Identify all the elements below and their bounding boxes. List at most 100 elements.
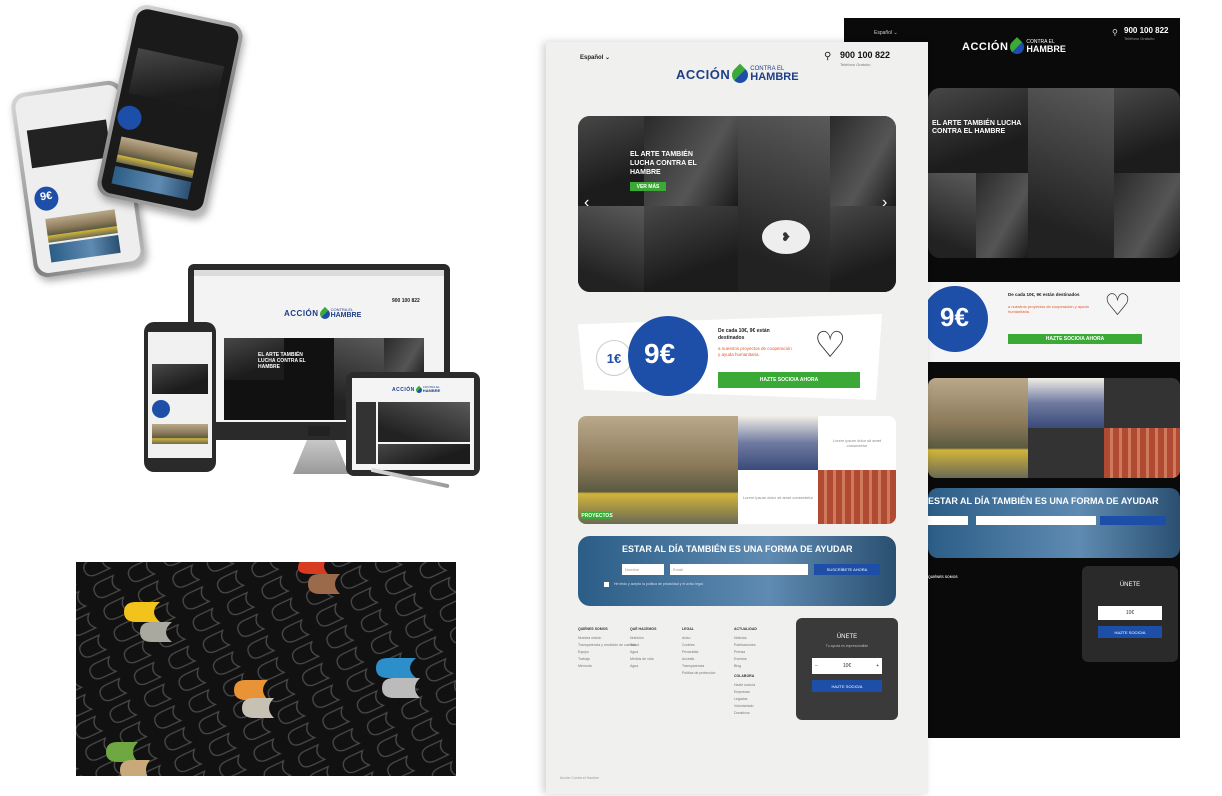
- tan-drop-icon: [120, 760, 150, 776]
- footer-donate-box: ÚNETE Tu ayuda es imprescindible − 10€ +…: [796, 618, 898, 720]
- blue-drop-icon: [376, 658, 416, 678]
- newsletter-section: ESTAR AL DÍA TAMBIÉN ES UNA FORMA DE AYU…: [578, 536, 896, 606]
- footer-link[interactable]: Blog: [734, 663, 790, 670]
- newsletter-name-input[interactable]: Nombre: [622, 564, 664, 575]
- phone-number[interactable]: 900 100 822: [840, 50, 890, 60]
- dark-newsletter-name-input[interactable]: [928, 516, 968, 525]
- donation-amount-big: 9€: [644, 338, 676, 369]
- dark-donation-text: De cada 10€, 9€ están destinados: [1008, 292, 1080, 297]
- hero-photo-main: [738, 116, 830, 292]
- donate-box-button[interactable]: HAZTE SOCIO/A: [812, 680, 882, 692]
- dark-newsletter-title: ESTAR AL DÍA TAMBIÉN ES UNA FORMA DE AYU…: [928, 496, 1159, 506]
- donate-amount-stepper[interactable]: − 10€ +: [812, 658, 882, 674]
- dark-donate-button[interactable]: HAZTE SOCIO/A: [1098, 626, 1162, 638]
- dark-newsletter: ESTAR AL DÍA TAMBIÉN ES UNA FORMA DE AYU…: [928, 488, 1180, 558]
- dark-donate-amount: 10€: [1125, 610, 1135, 616]
- footer-col-heading: QUÉ HACEMOS: [630, 627, 657, 631]
- minus-icon[interactable]: −: [815, 663, 818, 669]
- newsletter-submit-button[interactable]: SUSCRÍBETE AHORA: [814, 564, 880, 575]
- footer-link[interactable]: Publicaciones: [734, 642, 790, 649]
- footer-link[interactable]: Agua: [630, 649, 680, 656]
- footer-copyright: Acción Contra el Hambre: [560, 776, 600, 780]
- dark-language-selector[interactable]: Español ⌄: [874, 30, 898, 36]
- grey-drop-icon: [382, 678, 420, 698]
- donate-amount-value: 10€: [842, 663, 852, 669]
- dark-phone-number[interactable]: 900 100 822: [1124, 26, 1169, 35]
- dark-hero-carousel[interactable]: EL ARTE TAMBIÉN LUCHA CONTRA EL HAMBRE: [928, 88, 1180, 258]
- newsletter-email-input[interactable]: Email: [670, 564, 808, 575]
- hero-prev-arrow[interactable]: ‹: [584, 194, 589, 212]
- donation-text-rest: a nuestros proyectos de cooperación y ay…: [718, 346, 792, 357]
- donation-text-bold: De cada 10€, 9€ están destinados: [718, 328, 770, 341]
- hero-photo: [578, 206, 644, 292]
- hero-carousel[interactable]: ❥ EL ARTE TAMBIÉN LUCHA CONTRA EL HAMBRE…: [578, 116, 896, 292]
- footer-link[interactable]: Prensa: [734, 649, 790, 656]
- footer-col-2: QUÉ HACEMOS Nutrición Salud Agua Medios …: [630, 626, 680, 670]
- phone-amount: 9€: [39, 189, 54, 204]
- footer-link[interactable]: Noticias: [734, 635, 790, 642]
- footer-link[interactable]: Medios de vida: [630, 656, 680, 663]
- donate-box-title: ÚNETE: [836, 634, 858, 640]
- dark-donate-amount-field[interactable]: 10€: [1098, 606, 1162, 620]
- mosaic-text-tile[interactable]: Lorem ipsum dolor sit amet consectetur: [738, 470, 818, 524]
- footer-col-heading: COLABORA: [734, 674, 755, 678]
- dark-hero-headline: EL ARTE TAMBIÉN LUCHA CONTRA EL HAMBRE: [932, 120, 1022, 135]
- footer-link[interactable]: Aviso: [682, 635, 732, 642]
- dark-search-icon[interactable]: ⚲: [1112, 28, 1118, 37]
- phone-screen-dark: [99, 7, 241, 213]
- monitor-phone-number: 900 100 822: [392, 298, 420, 304]
- search-icon[interactable]: ⚲: [824, 51, 831, 62]
- phone-mockup-right: [94, 2, 246, 218]
- mosaic-photo-field: [578, 416, 738, 524]
- logo[interactable]: ACCIÓN CONTRA EL HAMBRE: [676, 63, 799, 86]
- plate-artwork-icon: ❥: [762, 220, 810, 254]
- dark-donation-cta[interactable]: HAZTE SOCIO/A AHORA: [1008, 334, 1142, 344]
- dark-donation-banner: 9€ De cada 10€, 9€ están destinados a nu…: [922, 282, 1180, 362]
- footer-link[interactable]: Política de protección: [682, 670, 732, 677]
- footer-link[interactable]: Voluntariado: [734, 703, 790, 710]
- dark-logo[interactable]: ACCIÓN CONTRA EL HAMBRE: [962, 37, 1066, 57]
- donation-cta-button[interactable]: HAZTE SOCIO/A AHORA: [718, 372, 860, 388]
- donation-small-bubble: 1€: [596, 340, 632, 376]
- dark-newsletter-button[interactable]: [1100, 516, 1166, 525]
- logo-drop-icon: [728, 63, 752, 86]
- light-page-mockup: Español ⌄ ⚲ 900 100 822 Teléfono Gratuit…: [546, 42, 928, 794]
- footer-col-heading: LEGAL: [682, 627, 694, 631]
- dark-logo-drop-icon: [1007, 37, 1028, 57]
- footer-link[interactable]: Accesib.: [682, 656, 732, 663]
- footer-col-3: LEGAL Aviso Cookies Privacidad Accesib. …: [682, 626, 732, 677]
- footer-link[interactable]: Cookies: [682, 642, 732, 649]
- footer-link[interactable]: Nutrición: [630, 635, 680, 642]
- footer-col-heading: ACTUALIDAD: [734, 627, 757, 631]
- hero-cta-button[interactable]: VER MÁS: [630, 182, 666, 191]
- footer-link[interactable]: Donativos: [734, 710, 790, 717]
- footer-link[interactable]: Hazte socio/a: [734, 682, 790, 689]
- tablet-logo: ACCIÓN CONTRA EL HAMBRE: [392, 385, 441, 394]
- footer-link[interactable]: Privacidad: [682, 649, 732, 656]
- footer-link[interactable]: Agua: [630, 663, 680, 670]
- brand-pattern-card: [76, 562, 456, 776]
- mosaic-badge[interactable]: PROYECTOS: [581, 512, 613, 519]
- footer-link[interactable]: Eventos: [734, 656, 790, 663]
- hero-next-arrow[interactable]: ›: [882, 194, 887, 212]
- red-drop-icon: [298, 562, 328, 574]
- dark-footer-col-1: QUIÉNES SOMOS: [928, 575, 958, 579]
- tablet-mockup: ACCIÓN CONTRA EL HAMBRE: [346, 372, 480, 476]
- dark-handshake-heart-icon: ♡: [1104, 289, 1131, 322]
- footer-link[interactable]: Salud: [630, 642, 680, 649]
- mosaic-photo-crowd: [738, 416, 818, 470]
- dark-newsletter-email-input[interactable]: [976, 516, 1096, 525]
- phone-mockup-small: [144, 322, 216, 472]
- plus-icon[interactable]: +: [876, 663, 879, 669]
- language-selector[interactable]: Español ⌄: [580, 54, 610, 61]
- dark-footer-donate-box: ÚNETE 10€ HAZTE SOCIO/A: [1082, 566, 1178, 662]
- footer-link[interactable]: Legados: [734, 696, 790, 703]
- mosaic-text-tile[interactable]: Lorem ipsum dolor sit amet consectetur: [818, 416, 896, 470]
- footer-link[interactable]: Transparencia: [682, 663, 732, 670]
- newsletter-checkbox[interactable]: [604, 582, 609, 587]
- drop-pattern: [76, 562, 456, 776]
- footer-link[interactable]: Empresas: [734, 689, 790, 696]
- hero-photo: [830, 116, 896, 206]
- monitor-logo: ACCIÓN CONTRA EL HAMBRE: [284, 306, 362, 321]
- dark-donation-amount: 9€: [940, 302, 969, 332]
